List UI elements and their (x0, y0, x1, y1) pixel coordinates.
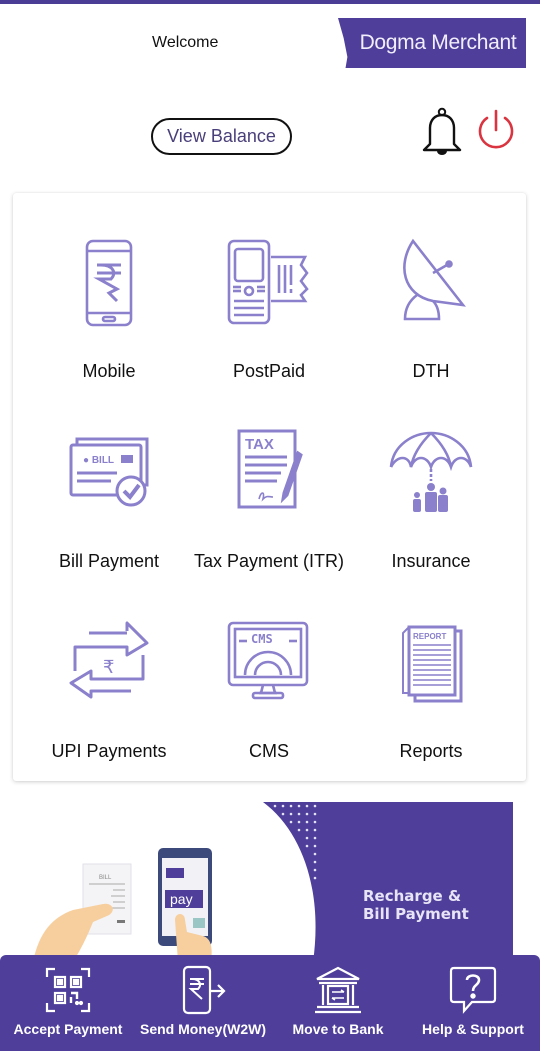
send-money-icon (182, 965, 226, 1015)
top-accent-bar (0, 0, 540, 4)
promo-banner[interactable]: BILL pay Recharge & Bill Payment (13, 802, 513, 962)
welcome-text: Welcome (152, 34, 219, 51)
banner-illustration: BILL pay (33, 802, 513, 962)
service-label: Tax Payment (ITR) (193, 551, 345, 571)
banner-line-1: Recharge & (363, 887, 462, 905)
bottom-navigation: Accept Payment Send Money(W2W) Move to B… (0, 955, 540, 1051)
service-postpaid[interactable]: PostPaid (184, 193, 354, 383)
bill-check-icon: ● BILL (69, 437, 149, 507)
svg-text:REPORT: REPORT (413, 632, 446, 641)
svg-text:CMS: CMS (251, 632, 273, 646)
service-label: Bill Payment (58, 551, 160, 571)
service-bill-payment[interactable]: ● BILL Bill Payment (24, 383, 194, 573)
service-label: Insurance (391, 551, 471, 571)
rupee-transfer-icon: ₹ (69, 621, 149, 699)
banner-headline: Recharge & Bill Payment (363, 887, 469, 923)
view-balance-button[interactable]: View Balance (151, 118, 292, 155)
bank-icon (315, 966, 361, 1014)
service-label: DTH (412, 361, 450, 381)
service-label: Mobile (82, 361, 136, 381)
svg-text:TAX: TAX (245, 436, 274, 453)
postpaid-phone-icon (227, 239, 309, 325)
help-chat-icon (449, 966, 497, 1014)
nav-accept-payment[interactable]: Accept Payment (0, 955, 136, 1051)
satellite-dish-icon (403, 238, 466, 321)
service-insurance[interactable]: Insurance (346, 383, 516, 573)
bell-icon[interactable] (418, 106, 466, 156)
mobile-recharge-icon (85, 239, 133, 327)
service-mobile[interactable]: Mobile (24, 193, 194, 383)
services-card: Mobile PostPaid DTH ● BILL Bill Payment … (13, 193, 526, 781)
service-label: UPI Payments (51, 741, 167, 761)
service-label: Reports (399, 741, 463, 761)
nav-send-money[interactable]: Send Money(W2W) (136, 955, 270, 1051)
banner-line-2: Bill Payment (363, 905, 469, 923)
service-tax-payment[interactable]: TAX Tax Payment (ITR) (184, 383, 354, 573)
nav-move-to-bank[interactable]: Move to Bank (270, 955, 406, 1051)
nav-label: Accept Payment (13, 1021, 123, 1037)
nav-label: Help & Support (422, 1021, 524, 1037)
svg-text:₹: ₹ (103, 657, 114, 678)
cms-monitor-icon: CMS (227, 621, 309, 700)
svg-text:● BILL: ● BILL (83, 455, 114, 466)
service-label: CMS (249, 741, 289, 761)
svg-text:BILL: BILL (99, 875, 112, 881)
service-cms[interactable]: CMS CMS (184, 573, 354, 763)
service-dth[interactable]: DTH (346, 193, 516, 383)
service-label: PostPaid (232, 361, 306, 381)
umbrella-family-icon (389, 431, 473, 512)
services-grid: Mobile PostPaid DTH ● BILL Bill Payment … (13, 193, 526, 781)
nav-help-support[interactable]: Help & Support (406, 955, 540, 1051)
nav-label: Send Money(W2W) (140, 1021, 266, 1037)
service-upi-payments[interactable]: ₹ UPI Payments (24, 573, 194, 763)
nav-label: Move to Bank (292, 1021, 384, 1037)
qr-scan-icon (45, 967, 91, 1013)
power-icon[interactable] (474, 108, 518, 152)
tax-document-icon: TAX (237, 429, 303, 509)
svg-text:pay: pay (170, 891, 193, 907)
brand-badge: Dogma Merchant (338, 18, 526, 68)
report-document-icon: REPORT (402, 625, 463, 703)
service-reports[interactable]: REPORT Reports (346, 573, 516, 763)
